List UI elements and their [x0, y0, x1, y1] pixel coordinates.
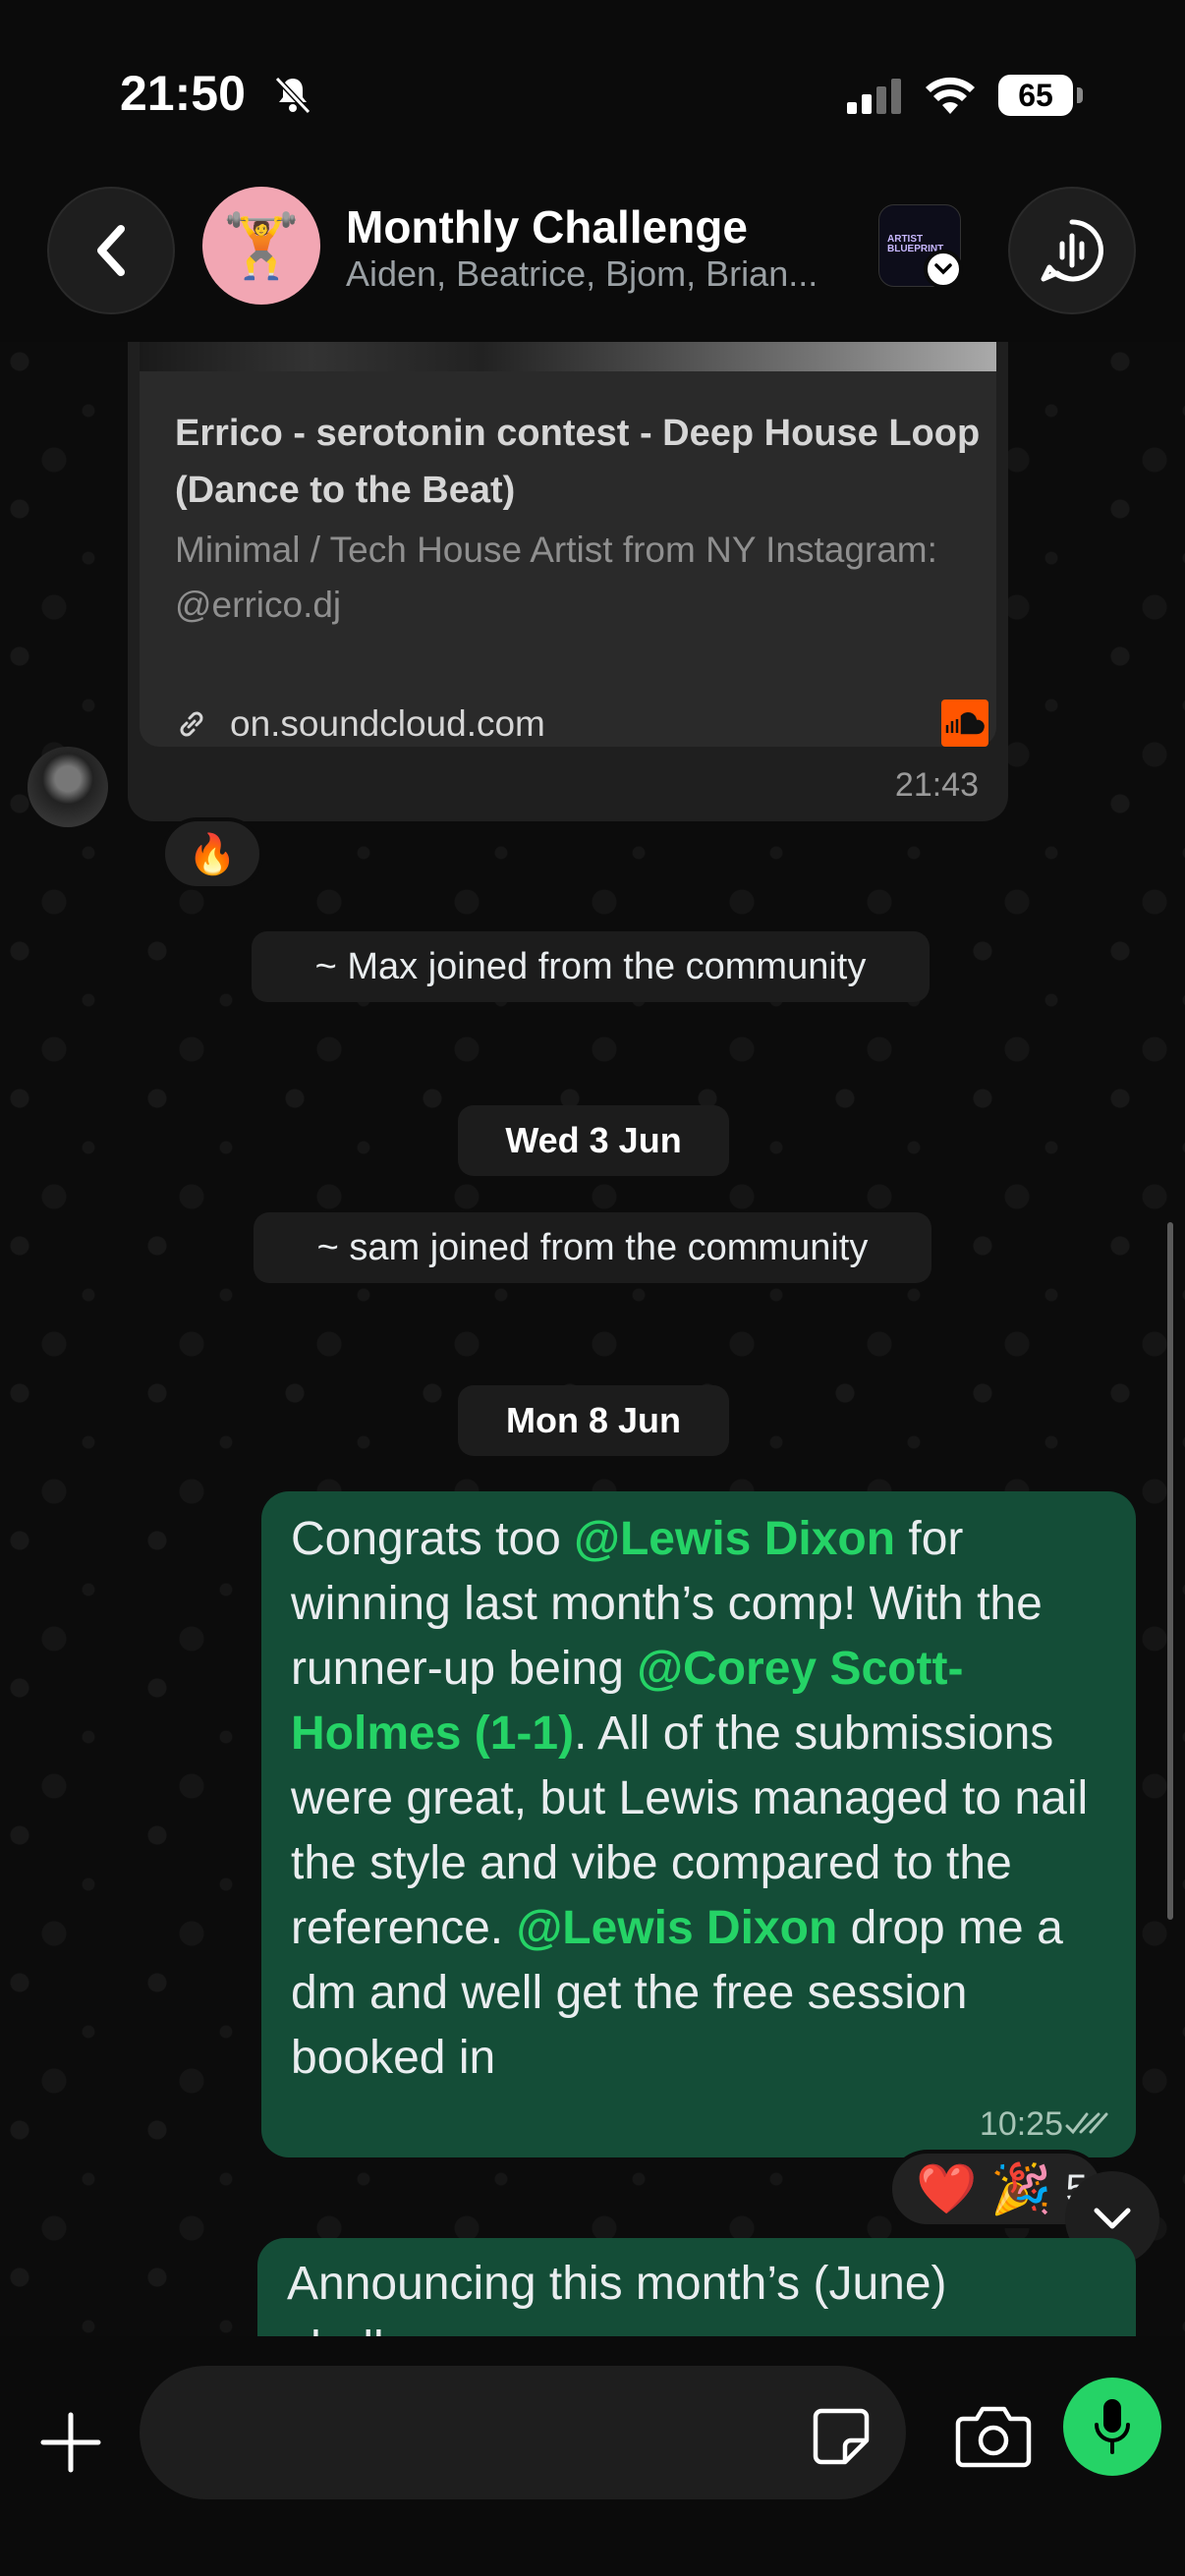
double-check-icon — [1065, 2112, 1108, 2135]
chevron-down-badge-icon — [924, 250, 963, 289]
outgoing-message[interactable]: Congrats too @Lewis Dixon for winning la… — [261, 1491, 1136, 2157]
chevron-left-icon — [97, 225, 125, 276]
voice-waveform-icon — [1041, 219, 1103, 282]
link-preview-image[interactable] — [140, 342, 996, 371]
chat-participants[interactable]: Aiden, Beatrice, Bjom, Brian... — [346, 253, 818, 295]
battery-level: 65 — [998, 75, 1073, 116]
message-input-bar — [0, 2336, 1185, 2576]
bell-muted-icon — [274, 76, 311, 115]
chat-header: 🏋️ Monthly Challenge Aiden, Beatrice, Bj… — [0, 187, 1185, 342]
cellular-signal-icon — [847, 79, 901, 114]
soundcloud-icon — [941, 700, 988, 747]
system-message-max-joined: ~ Max joined from the community — [252, 931, 930, 1002]
incoming-link-message[interactable]: Errico - serotonin contest - Deep House … — [128, 342, 1008, 821]
wifi-icon — [926, 77, 975, 114]
message-time: 21:43 — [894, 766, 979, 804]
date-separator-wed: Wed 3 Jun — [458, 1105, 729, 1176]
message-text: Congrats too @Lewis Dixon for winning la… — [291, 1507, 1116, 2091]
system-message-sam-joined: ~ sam joined from the community — [254, 1212, 931, 1283]
link-preview-card[interactable]: Errico - serotonin contest - Deep House … — [140, 371, 996, 747]
reaction-badge[interactable]: 🔥 — [161, 817, 263, 890]
microphone-icon — [1095, 2399, 1130, 2454]
camera-icon[interactable] — [955, 2405, 1032, 2468]
plus-icon — [40, 2412, 101, 2473]
chat-title[interactable]: Monthly Challenge — [346, 200, 748, 253]
text-part: Congrats too — [291, 1513, 575, 1565]
link-description: Minimal / Tech House Artist from NY Inst… — [175, 530, 937, 625]
battery-indicator: 65 — [998, 75, 1083, 116]
mention-lewis-dixon[interactable]: @Lewis Dixon — [516, 1902, 837, 1954]
status-time: 21:50 — [120, 66, 246, 121]
chevron-down-icon — [1094, 2208, 1131, 2229]
status-bar: 21:50 65 — [0, 0, 1185, 187]
party-reaction: 🎉 — [990, 2160, 1052, 2216]
battery-nub — [1077, 87, 1083, 103]
sender-avatar[interactable] — [28, 747, 108, 827]
scrollbar[interactable] — [1167, 1222, 1173, 1920]
link-domain: on.soundcloud.com — [230, 703, 545, 744]
mention-lewis-dixon[interactable]: @Lewis Dixon — [574, 1513, 895, 1565]
back-button[interactable] — [47, 187, 175, 314]
heart-reaction: ❤️ — [916, 2160, 978, 2216]
sticker-icon[interactable] — [812, 2407, 871, 2466]
link-title: Errico - serotonin contest - Deep House … — [175, 413, 981, 511]
group-avatar[interactable]: 🏋️ — [202, 187, 320, 305]
message-time: 10:25 — [979, 2105, 1063, 2143]
message-input[interactable] — [140, 2366, 906, 2499]
microphone-button[interactable] — [1063, 2378, 1161, 2476]
link-icon — [180, 711, 203, 737]
date-separator-mon: Mon 8 Jun — [458, 1385, 729, 1456]
attach-button[interactable] — [35, 2407, 106, 2478]
voice-chat-button[interactable] — [1008, 187, 1136, 314]
